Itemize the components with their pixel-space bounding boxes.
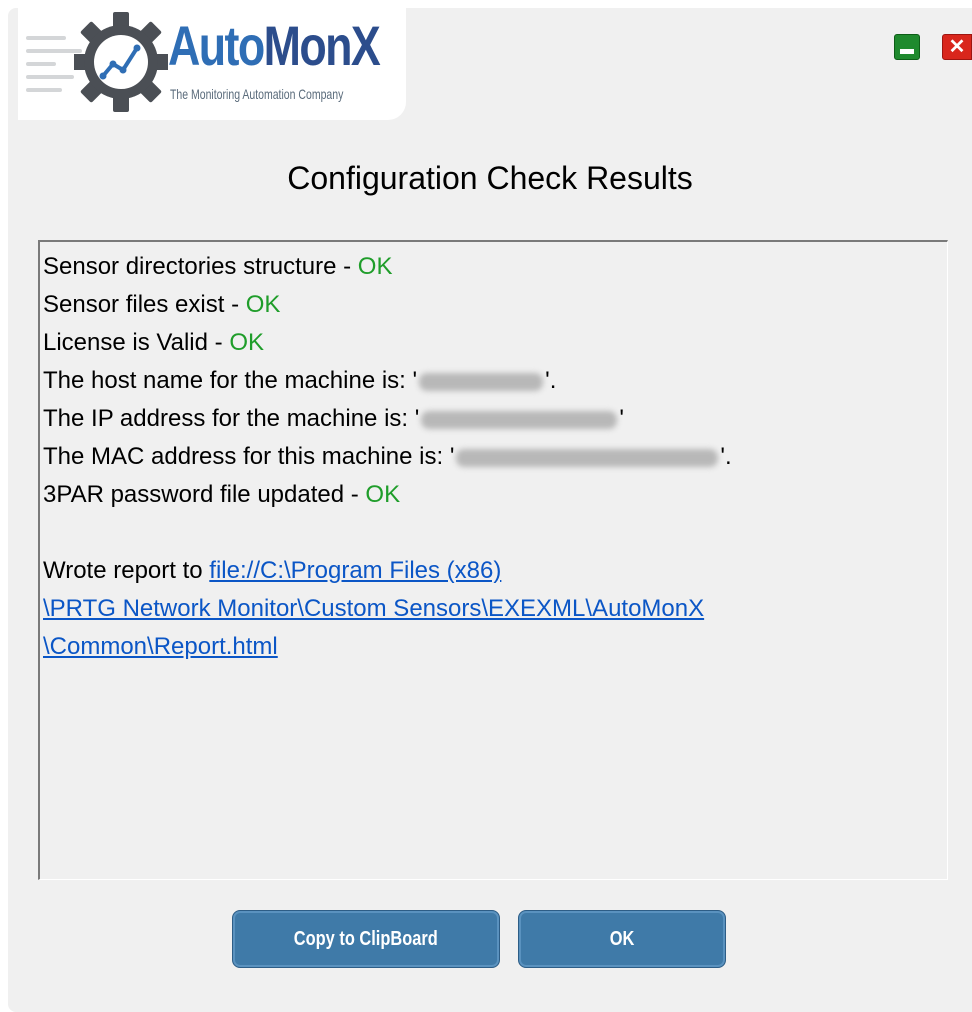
minimize-button[interactable] bbox=[894, 34, 920, 60]
redacted-ip bbox=[421, 410, 618, 429]
report-link[interactable]: file://C:\Program Files (x86) bbox=[209, 557, 501, 584]
report-link[interactable]: \PRTG Network Monitor\Custom Sensors\EXE… bbox=[43, 595, 704, 622]
result-line-license: License is Valid - OK bbox=[43, 329, 264, 356]
report-link-line-2: \PRTG Network Monitor\Custom Sensors\EXE… bbox=[43, 590, 947, 628]
status-ok: OK bbox=[229, 329, 264, 356]
logo-tagline-clip: The Monitoring Automation Company bbox=[168, 84, 404, 108]
close-icon: ✕ bbox=[948, 36, 966, 58]
redacted-mac bbox=[456, 448, 719, 467]
dialog-window: AutoMonX The Monitoring Automation Compa… bbox=[8, 8, 972, 1012]
status-ok: OK bbox=[357, 253, 393, 280]
report-link[interactable]: \Common\Report.html bbox=[43, 633, 278, 660]
result-line-3par: 3PAR password file updated - OK bbox=[43, 481, 401, 508]
result-line-ip: The IP address for the machine is: ' ' bbox=[43, 405, 624, 432]
status-ok: OK bbox=[365, 481, 401, 508]
logo-tagline: The Monitoring Automation Company bbox=[170, 86, 344, 102]
result-line-dir-structure: Sensor directories structure - OK bbox=[43, 253, 393, 280]
result-line-mac: The MAC address for this machine is: ' '. bbox=[43, 443, 732, 470]
report-link-line-3: \Common\Report.html bbox=[43, 628, 947, 666]
status-ok: OK bbox=[245, 291, 281, 318]
page-title: Configuration Check Results bbox=[287, 160, 693, 196]
result-line-report: Wrote report to file://C:\Program Files … bbox=[43, 557, 502, 584]
result-line-files-exist: Sensor files exist - OK bbox=[43, 291, 281, 318]
redacted-hostname bbox=[419, 372, 544, 391]
close-button[interactable]: ✕ bbox=[942, 34, 972, 60]
automonx-logo: AutoMonX The Monitoring Automation Compa… bbox=[18, 8, 406, 120]
copy-to-clipboard-button[interactable]: Copy to ClipBoard bbox=[232, 910, 500, 968]
results-textbox[interactable]: Sensor directories structure - OK Sensor… bbox=[38, 240, 948, 880]
gear-chart-icon bbox=[74, 12, 168, 112]
logo-wordmark: AutoMonX bbox=[168, 14, 381, 77]
result-line-hostname: The host name for the machine is: ' '. bbox=[43, 367, 557, 394]
ok-button[interactable]: OK bbox=[518, 910, 726, 968]
